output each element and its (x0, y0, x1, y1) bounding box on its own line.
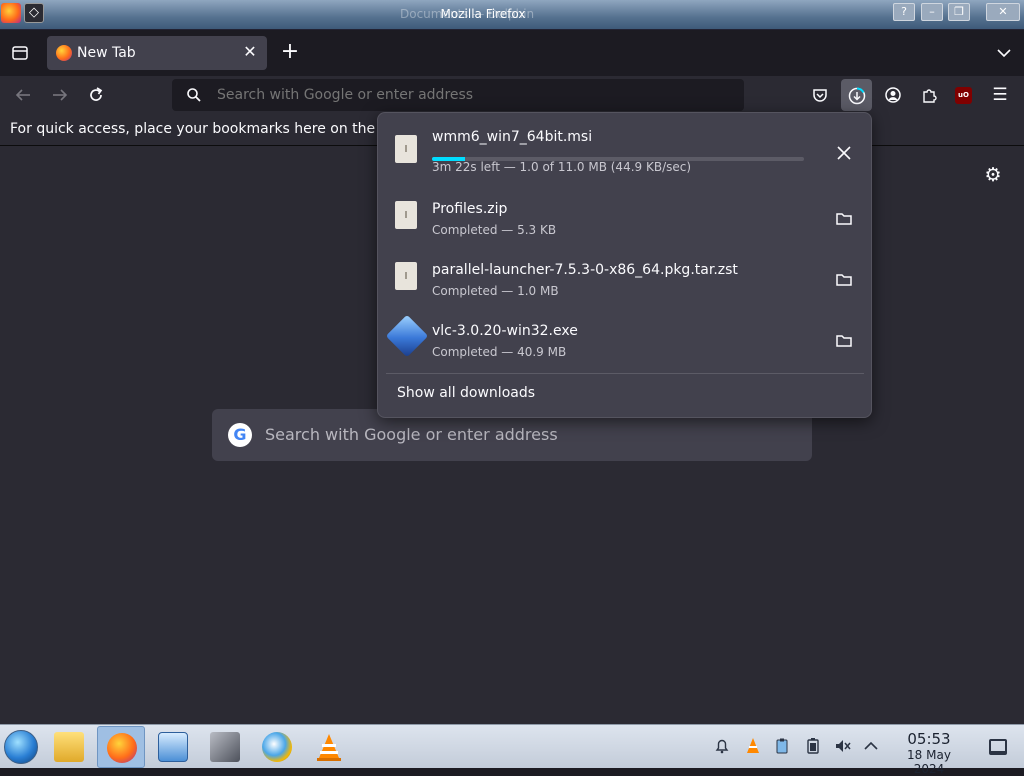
google-logo-icon: G (228, 423, 252, 447)
taskbar-web-browser[interactable] (253, 726, 301, 768)
ublock-origin-icon[interactable]: uO (955, 87, 972, 104)
downloads-panel: wmm6_win7_64bit.msi 3m 22s left — 1.0 of… (377, 112, 872, 418)
firefox-view-icon[interactable] (11, 44, 29, 62)
tab-new-tab[interactable]: New Tab ✕ (47, 36, 267, 70)
vlc-tray-icon[interactable] (744, 737, 762, 755)
volume-muted-icon[interactable] (834, 737, 852, 755)
clock-date[interactable]: 18 May 2024 (890, 748, 968, 776)
taskbar-file-manager[interactable] (45, 726, 93, 768)
maximize-button[interactable]: ❐ (948, 3, 970, 21)
file-icon (395, 135, 417, 163)
taskbar-vlc[interactable] (305, 726, 353, 768)
taskbar-disk-utility[interactable] (201, 726, 249, 768)
download-filename: Profiles.zip (432, 201, 508, 217)
download-filename: wmm6_win7_64bit.msi (432, 129, 593, 145)
list-all-tabs-icon[interactable] (995, 44, 1013, 62)
pocket-icon[interactable] (811, 86, 829, 104)
download-status: Completed — 40.9 MB (432, 345, 567, 359)
chevron-up-icon[interactable] (862, 737, 880, 755)
show-all-downloads-button[interactable]: Show all downloads (397, 385, 535, 401)
drive-icon (210, 732, 240, 762)
notifications-icon[interactable] (713, 737, 731, 755)
cancel-download-icon[interactable] (834, 143, 854, 163)
open-folder-icon[interactable] (834, 331, 854, 351)
minimize-button[interactable]: – (921, 3, 943, 21)
download-filename: parallel-launcher-7.5.3-0-x86_64.pkg.tar… (432, 262, 738, 278)
download-filename: vlc-3.0.20-win32.exe (432, 323, 578, 339)
battery-icon[interactable] (804, 737, 822, 755)
download-status: Completed — 1.0 MB (432, 284, 559, 298)
close-window-button[interactable]: ✕ (986, 3, 1020, 21)
window-title: Mozilla Firefox (440, 7, 526, 21)
download-status: Completed — 5.3 KB (432, 223, 557, 237)
folder-icon (54, 732, 84, 762)
panel-separator (386, 373, 864, 374)
back-icon[interactable] (14, 86, 32, 104)
file-icon (395, 201, 417, 229)
firefox-icon (107, 733, 137, 763)
vlc-installer-icon (385, 314, 429, 358)
download-item[interactable]: Profiles.zip Completed — 5.3 KB (386, 185, 864, 241)
clipboard-tray-icon[interactable] (773, 737, 791, 755)
downloads-icon (848, 87, 866, 105)
download-item[interactable]: parallel-launcher-7.5.3-0-x86_64.pkg.tar… (386, 246, 864, 302)
extensions-icon[interactable] (920, 86, 938, 104)
globe-icon (262, 732, 292, 762)
search-icon (187, 88, 201, 102)
file-icon (395, 262, 417, 290)
vlc-icon (317, 734, 341, 761)
help-button[interactable]: ? (893, 3, 915, 21)
taskbar-firefox[interactable] (97, 726, 145, 768)
window-titlebar: ◇ Documents — Dolphin Mozilla Firefox ? … (0, 0, 1024, 30)
new-tab-button[interactable]: + (280, 41, 300, 63)
start-menu-icon[interactable] (4, 730, 38, 764)
open-folder-icon[interactable] (834, 209, 854, 229)
settings-gear-icon[interactable]: ⚙ (982, 164, 1004, 186)
url-bar[interactable] (172, 79, 744, 111)
newtab-search-placeholder[interactable]: Search with Google or enter address (265, 425, 558, 444)
reload-icon[interactable] (87, 86, 105, 104)
tab-close-icon[interactable]: ✕ (241, 43, 259, 61)
download-status: 3m 22s left — 1.0 of 11.0 MB (44.9 KB/se… (432, 160, 692, 174)
forward-icon[interactable] (51, 86, 69, 104)
taskbar-system-settings[interactable] (149, 726, 197, 768)
tab-strip: New Tab ✕ + (0, 30, 1024, 76)
show-desktop-icon[interactable] (989, 739, 1007, 755)
taskbar: 05:53 18 May 2024 (0, 724, 1024, 776)
url-input[interactable] (217, 87, 717, 103)
monitor-icon (158, 732, 188, 762)
download-item[interactable]: wmm6_win7_64bit.msi 3m 22s left — 1.0 of… (386, 119, 864, 175)
tab-label: New Tab (77, 45, 136, 61)
nav-bar: uO ☰ (0, 76, 1024, 114)
account-icon[interactable] (884, 86, 902, 104)
downloads-button[interactable] (841, 79, 872, 111)
firefox-icon (56, 45, 72, 61)
download-item[interactable]: vlc-3.0.20-win32.exe Completed — 40.9 MB (385, 307, 864, 363)
app-menu-icon[interactable]: ☰ (990, 84, 1010, 106)
open-folder-icon[interactable] (834, 270, 854, 290)
clock-time[interactable]: 05:53 (890, 730, 968, 748)
